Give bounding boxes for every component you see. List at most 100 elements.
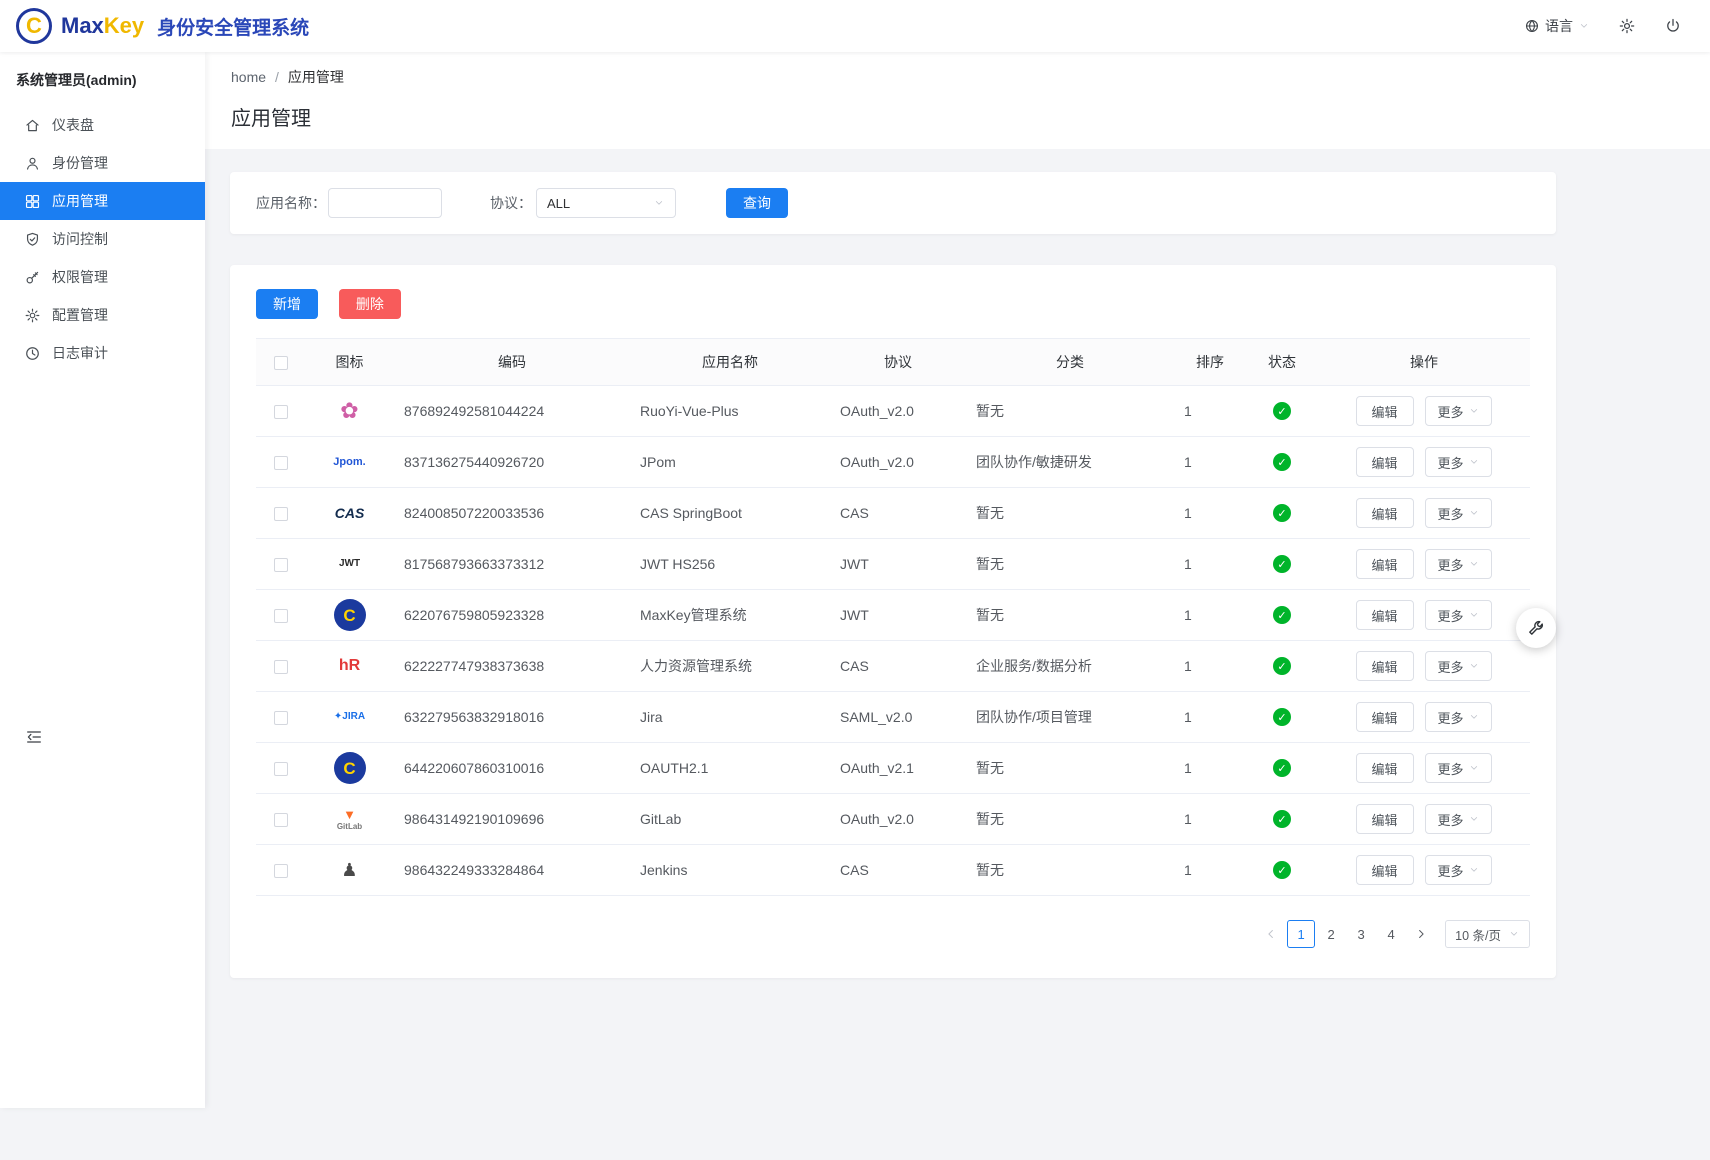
gear-icon [1618,17,1636,35]
more-button[interactable]: 更多 [1425,600,1492,630]
row-checkbox[interactable] [274,711,288,725]
select-all-checkbox[interactable] [274,356,288,370]
more-button[interactable]: 更多 [1425,396,1492,426]
edit-button[interactable]: 编辑 [1356,498,1414,528]
jpom-logo: Jpom. [327,441,373,483]
sidebar-collapse-button[interactable] [24,728,44,748]
delete-button[interactable]: 删除 [339,289,401,319]
row-checkbox[interactable] [274,762,288,776]
chevron-down-icon [1508,928,1520,940]
edit-button[interactable]: 编辑 [1356,447,1414,477]
add-button[interactable]: 新增 [256,289,318,319]
more-button[interactable]: 更多 [1425,855,1492,885]
next-page-button[interactable] [1409,920,1433,948]
edit-button[interactable]: 编辑 [1356,651,1414,681]
edit-button[interactable]: 编辑 [1356,600,1414,630]
sidebar-item-access[interactable]: 访问控制 [0,220,205,258]
maxkey-logo: C [334,752,366,784]
page-button-1[interactable]: 1 [1287,920,1315,948]
more-button[interactable]: 更多 [1425,549,1492,579]
col-header-code: 编码 [394,339,630,386]
chevron-down-icon [1468,762,1480,774]
row-checkbox[interactable] [274,405,288,419]
more-button[interactable]: 更多 [1425,447,1492,477]
wrench-icon [1526,618,1546,638]
page-size-select[interactable]: 10 条/页 [1445,920,1530,948]
theme-settings-button[interactable] [1516,608,1556,648]
more-button[interactable]: 更多 [1425,498,1492,528]
row-checkbox[interactable] [274,813,288,827]
app-name-input[interactable] [328,188,442,218]
filter-panel: 应用名称： 协议： ALL 查询 [230,172,1556,234]
app-protocol: CAS [830,845,966,896]
chevron-down-icon [653,197,665,209]
top-header: C MaxKey 身份安全管理系统 语言 [0,0,1710,52]
more-button[interactable]: 更多 [1425,753,1492,783]
prev-page-button[interactable] [1259,920,1283,948]
row-checkbox[interactable] [274,507,288,521]
status-enabled-icon: ✓ [1273,504,1291,522]
app-code: 824008507220033536 [394,488,630,539]
search-button[interactable]: 查询 [726,188,788,218]
app-sort: 1 [1174,743,1246,794]
chevron-down-icon [1468,864,1480,876]
key-icon [24,269,41,286]
chevron-down-icon [1468,660,1480,672]
clock-icon [24,345,41,362]
status-enabled-icon: ✓ [1273,759,1291,777]
more-button[interactable]: 更多 [1425,651,1492,681]
breadcrumb-home-link[interactable]: home [231,69,266,85]
sidebar-item-identity[interactable]: 身份管理 [0,144,205,182]
logout-button[interactable] [1664,17,1682,35]
edit-button[interactable]: 编辑 [1356,753,1414,783]
app-code: 986432249333284864 [394,845,630,896]
app-name: 人力资源管理系统 [630,641,830,692]
edit-button[interactable]: 编辑 [1356,549,1414,579]
app-name: Jira [630,692,830,743]
language-selector[interactable]: 语言 [1524,16,1590,36]
table-row: CAS 824008507220033536 CAS SpringBoot CA… [256,488,1530,539]
app-code: 632279563832918016 [394,692,630,743]
page-button-2[interactable]: 2 [1317,920,1345,948]
home-icon [24,117,41,134]
col-header-sort: 排序 [1174,339,1246,386]
gitlab-logo: ▼GitLab [327,798,373,840]
edit-button[interactable]: 编辑 [1356,855,1414,885]
row-checkbox[interactable] [274,864,288,878]
row-checkbox[interactable] [274,558,288,572]
sidebar-item-config[interactable]: 配置管理 [0,296,205,334]
jenkins-logo: ♟ [327,849,373,891]
sidebar-item-dashboard[interactable]: 仪表盘 [0,106,205,144]
app-protocol: JWT [830,590,966,641]
chevron-down-icon [1468,507,1480,519]
status-enabled-icon: ✓ [1273,453,1291,471]
edit-button[interactable]: 编辑 [1356,804,1414,834]
settings-button[interactable] [1618,17,1636,35]
edit-button[interactable]: 编辑 [1356,702,1414,732]
row-checkbox[interactable] [274,456,288,470]
row-checkbox[interactable] [274,660,288,674]
more-button[interactable]: 更多 [1425,702,1492,732]
current-user-label: 系统管理员(admin) [0,52,205,106]
app-code: 986431492190109696 [394,794,630,845]
sidebar-item-audit[interactable]: 日志审计 [0,334,205,372]
app-sort: 1 [1174,590,1246,641]
chevron-down-icon [1468,609,1480,621]
sidebar-item-permission[interactable]: 权限管理 [0,258,205,296]
edit-button[interactable]: 编辑 [1356,396,1414,426]
brand-name-key: Key [104,13,144,38]
table-row: ✦JIRA 632279563832918016 Jira SAML_v2.0 … [256,692,1530,743]
more-button[interactable]: 更多 [1425,804,1492,834]
apps-icon [24,193,41,210]
gear-icon [24,307,41,324]
app-protocol: OAuth_v2.1 [830,743,966,794]
page-button-4[interactable]: 4 [1377,920,1405,948]
app-sort: 1 [1174,845,1246,896]
protocol-label: 协议： [490,193,532,213]
sidebar-item-apps[interactable]: 应用管理 [0,182,205,220]
protocol-select[interactable]: ALL [536,188,676,218]
page-button-3[interactable]: 3 [1347,920,1375,948]
row-checkbox[interactable] [274,609,288,623]
chevron-down-icon [177,309,189,321]
shield-icon [24,231,41,248]
